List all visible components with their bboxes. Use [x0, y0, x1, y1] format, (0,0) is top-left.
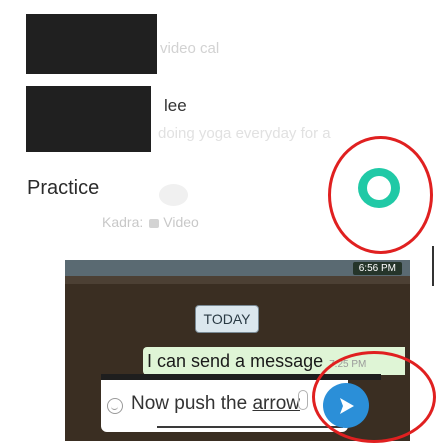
redacted-avatar-1 [26, 14, 157, 74]
group-subtitle: Kadra: Video [102, 214, 199, 230]
message-input[interactable]: Now push the arrow [101, 380, 348, 432]
group-title[interactable]: Practice [27, 177, 99, 200]
message-text: I can send a message [147, 351, 324, 371]
input-text-main: Now push the [131, 393, 253, 414]
group-avatar [159, 184, 188, 206]
highlight-ring-bottom [312, 351, 436, 443]
redacted-avatar-2 [26, 86, 151, 152]
scroll-indicator [432, 246, 434, 286]
chat-row-1-preview: video cal [160, 40, 220, 57]
compose-button[interactable] [358, 168, 400, 208]
header-time: 6:56 PM [352, 262, 402, 275]
group-sub-prefix: Kadr [102, 214, 132, 230]
video-icon [149, 219, 160, 228]
date-chip: TODAY [195, 305, 259, 333]
message-input-text: Now push the arrow [131, 393, 300, 415]
group-sub-rest: Video [163, 214, 199, 230]
input-underline [157, 426, 343, 428]
paperclip-icon[interactable] [298, 390, 308, 410]
input-text-link: arrow [252, 393, 300, 414]
smile-icon[interactable] [107, 398, 123, 414]
chat-header-strip [65, 276, 410, 284]
chat-row-2-name[interactable]: lee [164, 96, 187, 116]
chat-row-2-preview: doing yoga everyday for a [158, 125, 331, 142]
group-sub-mid: a: [131, 214, 144, 230]
